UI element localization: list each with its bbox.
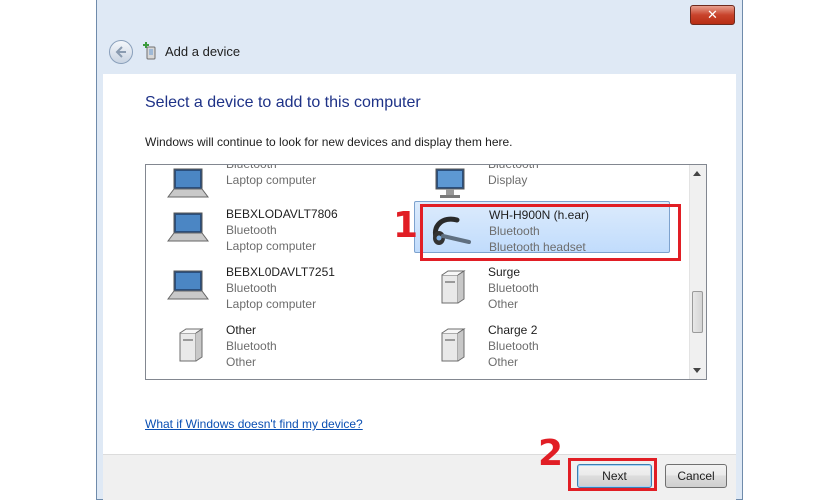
device-list[interactable]: Bluetooth Laptop computer Bluetooth Disp…: [145, 164, 707, 380]
cancel-button[interactable]: Cancel: [665, 464, 727, 488]
page-description: Windows will continue to look for new de…: [145, 135, 513, 149]
device-type: Other: [226, 355, 257, 369]
device-name: Other: [226, 323, 257, 337]
device-item[interactable]: Charge 2 Bluetooth Other: [414, 317, 670, 369]
window-title: Add a device: [165, 44, 241, 59]
annotation-highlight-next: [568, 458, 657, 491]
add-device-icon: [143, 42, 156, 60]
device-name: BEBXL0DAVLT7251: [226, 265, 335, 279]
annotation-highlight-headset: [420, 204, 681, 261]
laptop-icon: [167, 270, 209, 300]
device-type: Display: [488, 173, 528, 187]
device-connection: Bluetooth: [488, 281, 539, 295]
scroll-down-icon[interactable]: [693, 368, 701, 373]
device-item[interactable]: BEBXLODAVLT7806 Bluetooth Laptop compute…: [152, 201, 408, 253]
help-link[interactable]: What if Windows doesn't find my device?: [145, 417, 363, 431]
annotation-step-1: 1: [393, 205, 419, 246]
device-name: Charge 2: [488, 323, 538, 337]
back-button[interactable]: [109, 40, 133, 64]
scroll-up-icon[interactable]: [693, 171, 701, 176]
annotation-step-2: 2: [538, 433, 564, 474]
device-type: Other: [488, 297, 519, 311]
device-name: BEBXLODAVLT7806: [226, 207, 338, 221]
device-tower-icon: [441, 328, 466, 362]
device-tower-icon: [441, 270, 466, 304]
device-name: Surge: [488, 265, 521, 279]
close-button[interactable]: ✕: [690, 5, 735, 25]
device-connection: Bluetooth: [488, 339, 539, 353]
list-scrollbar[interactable]: [689, 165, 706, 379]
device-connection: Bluetooth: [226, 223, 277, 237]
device-type: Laptop computer: [226, 297, 317, 311]
back-arrow-icon: [115, 46, 126, 58]
device-tower-icon: [179, 328, 204, 362]
page-heading: Select a device to add to this computer: [145, 94, 421, 111]
device-connection: Bluetooth: [226, 281, 277, 295]
device-item[interactable]: BEBXL0DAVLT7251 Bluetooth Laptop compute…: [152, 259, 408, 311]
laptop-icon: [167, 168, 209, 198]
device-connection: Bluetooth: [488, 164, 539, 171]
monitor-icon: [435, 168, 465, 198]
device-type: Laptop computer: [226, 173, 317, 187]
device-connection: Bluetooth: [226, 164, 277, 171]
scrollbar-thumb[interactable]: [692, 291, 703, 333]
device-item[interactable]: Surge Bluetooth Other: [414, 259, 670, 311]
device-type: Laptop computer: [226, 239, 317, 253]
device-connection: Bluetooth: [226, 339, 277, 353]
device-type: Other: [488, 355, 519, 369]
laptop-icon: [167, 212, 209, 242]
device-item[interactable]: Other Bluetooth Other: [152, 317, 408, 369]
title-bar: Add a device: [97, 28, 742, 74]
dialog-content: Select a device to add to this computer …: [103, 74, 736, 454]
